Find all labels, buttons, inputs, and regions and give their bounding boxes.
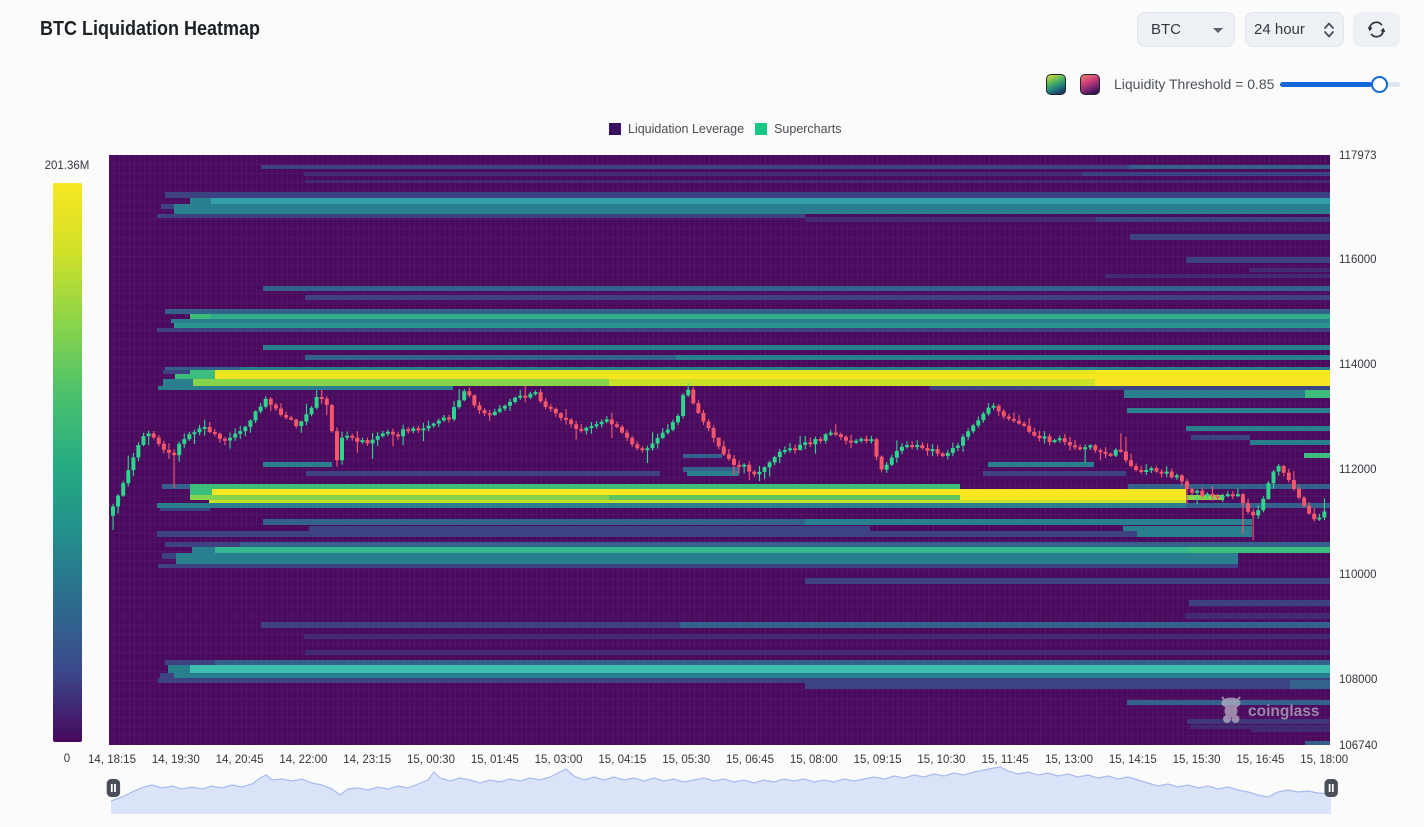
svg-text:15, 15:30: 15, 15:30 bbox=[1173, 754, 1221, 766]
svg-text:0: 0 bbox=[64, 753, 70, 765]
svg-text:15, 01:45: 15, 01:45 bbox=[471, 754, 519, 766]
svg-text:15, 09:15: 15, 09:15 bbox=[854, 754, 902, 766]
svg-text:15, 16:45: 15, 16:45 bbox=[1236, 754, 1284, 766]
svg-text:117973: 117973 bbox=[1339, 150, 1377, 162]
svg-text:112000: 112000 bbox=[1339, 464, 1377, 476]
svg-text:15, 04:15: 15, 04:15 bbox=[598, 754, 646, 766]
svg-text:15, 05:30: 15, 05:30 bbox=[662, 754, 710, 766]
svg-text:15, 18:00: 15, 18:00 bbox=[1300, 754, 1348, 766]
svg-text:15, 14:15: 15, 14:15 bbox=[1109, 754, 1157, 766]
svg-text:15, 13:00: 15, 13:00 bbox=[1045, 754, 1093, 766]
svg-text:coinglass: coinglass bbox=[1248, 703, 1320, 720]
svg-text:114000: 114000 bbox=[1339, 359, 1377, 371]
svg-text:108000: 108000 bbox=[1339, 674, 1377, 686]
svg-text:14, 22:00: 14, 22:00 bbox=[279, 754, 327, 766]
svg-text:15, 10:30: 15, 10:30 bbox=[917, 754, 965, 766]
svg-text:14, 19:30: 14, 19:30 bbox=[152, 754, 200, 766]
svg-text:15, 06:45: 15, 06:45 bbox=[726, 754, 774, 766]
svg-text:15, 03:00: 15, 03:00 bbox=[535, 754, 583, 766]
svg-text:110000: 110000 bbox=[1339, 569, 1377, 581]
svg-text:106740: 106740 bbox=[1339, 740, 1377, 752]
svg-text:14, 20:45: 14, 20:45 bbox=[216, 754, 264, 766]
svg-text:15, 11:45: 15, 11:45 bbox=[982, 754, 1029, 766]
svg-text:14, 18:15: 14, 18:15 bbox=[88, 754, 136, 766]
svg-text:15, 00:30: 15, 00:30 bbox=[407, 754, 455, 766]
svg-text:201.36M: 201.36M bbox=[45, 160, 90, 172]
svg-text:116000: 116000 bbox=[1339, 254, 1377, 266]
svg-text:14, 23:15: 14, 23:15 bbox=[343, 754, 391, 766]
svg-text:15, 08:00: 15, 08:00 bbox=[790, 754, 838, 766]
